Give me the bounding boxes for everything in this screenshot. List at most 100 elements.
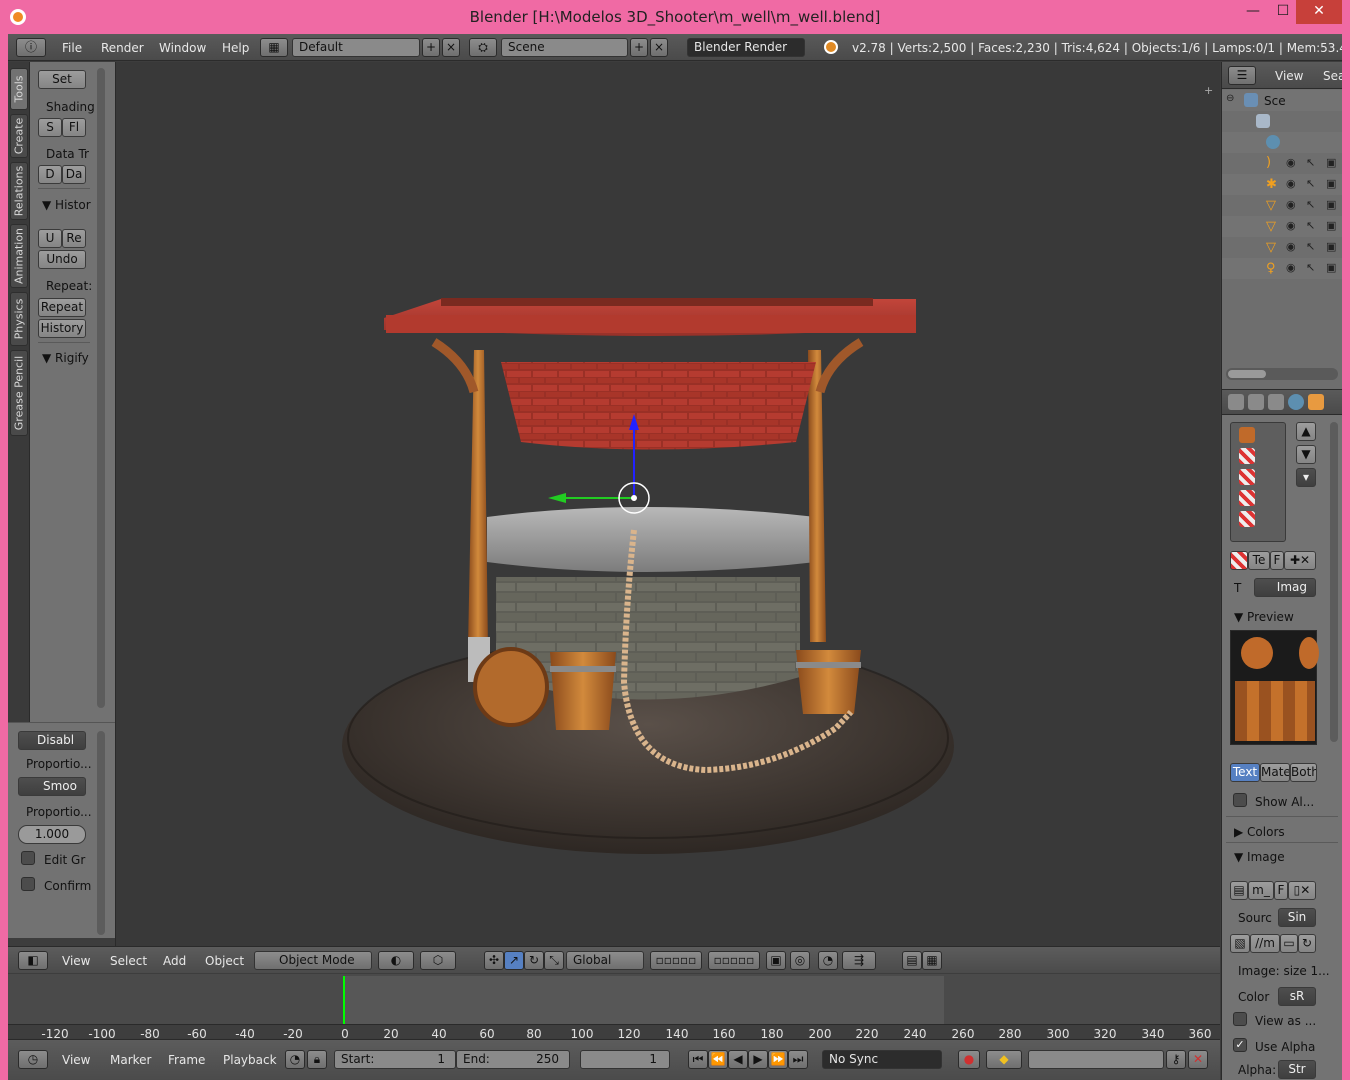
pack-icon[interactable]: ▧ (1230, 934, 1250, 953)
sync-select[interactable]: No Sync (822, 1050, 942, 1069)
scene-icon[interactable] (1268, 394, 1284, 410)
outliner-search-menu[interactable]: Sea (1323, 69, 1342, 83)
tab-both[interactable]: Both (1290, 763, 1317, 782)
outliner-row-lamp[interactable]: ♀ ◉ ↖ ▣ (1222, 258, 1342, 279)
history-panel-header[interactable]: ▼ Histor (42, 198, 91, 212)
orientation-select[interactable]: Global (566, 951, 644, 970)
timeline-view-menu[interactable]: View (62, 1053, 90, 1067)
tab-texture[interactable]: Text (1230, 763, 1260, 782)
show-alpha-checkbox[interactable] (1233, 793, 1247, 807)
outliner-row-camera[interactable]: ) ◉ ↖ ▣ (1222, 153, 1342, 174)
3d-view-editor-button[interactable]: ◧ (18, 951, 48, 970)
timeline-editor-button[interactable]: ◷ (18, 1050, 48, 1069)
layout-field[interactable]: Default (292, 38, 420, 57)
camera-icon[interactable]: ▣ (1326, 261, 1340, 275)
mode-select[interactable]: Object Mode (254, 951, 372, 970)
texture-name-field[interactable]: Te (1248, 551, 1270, 570)
operator-panel-scrollbar[interactable] (97, 731, 105, 935)
data-transfer-button[interactable]: D (38, 165, 62, 184)
set-origin-button[interactable]: Set (38, 70, 86, 89)
fake-user-button[interactable]: F (1270, 551, 1284, 570)
object-menu[interactable]: Object (205, 954, 244, 968)
eye-icon[interactable]: ◉ (1286, 156, 1300, 170)
render-engine-select[interactable]: Blender Render (687, 38, 805, 57)
move-up-button[interactable]: ▲ (1296, 422, 1316, 441)
move-down-button[interactable]: ▼ (1296, 445, 1316, 464)
current-frame-indicator[interactable] (343, 976, 345, 1024)
object-icon[interactable] (1308, 394, 1324, 410)
layout-icon[interactable]: ▦ (260, 38, 288, 57)
menu-file[interactable]: File (62, 41, 82, 55)
outliner-row-mesh-2[interactable]: ▽ ◉ ↖ ▣ (1222, 216, 1342, 237)
playback-menu[interactable]: Playback (223, 1053, 277, 1067)
snap-element-select[interactable]: ⇶ (842, 951, 876, 970)
eye-icon[interactable]: ◉ (1286, 261, 1300, 275)
info-editor-button[interactable]: ⓘ (16, 38, 46, 57)
end-frame-field[interactable]: End: 250 (456, 1050, 570, 1069)
cursor-icon[interactable]: ↖ (1306, 261, 1320, 275)
layer-buttons-1[interactable]: ▫▫▫▫▫ (650, 951, 702, 970)
tab-physics[interactable]: Physics (10, 292, 28, 346)
translate-manipulator[interactable]: ↗ (504, 951, 524, 970)
start-frame-field[interactable]: Start: 1 (334, 1050, 456, 1069)
world-icon[interactable] (1288, 394, 1304, 410)
tab-material[interactable]: Mate (1260, 763, 1290, 782)
proportional-edit-select[interactable]: Disabl (18, 731, 86, 750)
image-source-select[interactable]: Sin (1278, 908, 1316, 927)
proportional-edit-icon[interactable]: ◎ (790, 951, 810, 970)
eye-icon[interactable]: ◉ (1286, 219, 1300, 233)
add-icon[interactable]: + (422, 38, 440, 57)
add-menu[interactable]: Add (163, 954, 186, 968)
cursor-icon[interactable]: ↖ (1306, 198, 1320, 212)
falloff-select[interactable]: Smoo (18, 777, 86, 796)
confirm-checkbox[interactable] (21, 877, 35, 891)
colors-panel-header[interactable]: ▶ Colors (1234, 825, 1285, 839)
preview-range-icon[interactable]: ◔ (285, 1050, 305, 1069)
delete-keyframe-icon[interactable]: ✕ (1188, 1050, 1208, 1069)
marker-menu[interactable]: Marker (110, 1053, 151, 1067)
viewport-add-icon[interactable]: + (1204, 84, 1216, 97)
use-alpha-checkbox[interactable]: ✓ (1233, 1038, 1247, 1052)
reload-icon[interactable]: ↻ (1298, 934, 1316, 953)
close-icon[interactable]: × (650, 38, 668, 57)
outliner-row-scene[interactable]: ⊖ Sce (1222, 90, 1342, 111)
scale-manipulator[interactable]: ⤡ (544, 951, 564, 970)
specials-button[interactable]: ▾ (1296, 468, 1316, 487)
outliner-row-render-layers[interactable] (1222, 111, 1342, 132)
texture-slot-list[interactable] (1230, 422, 1286, 542)
shade-flat-button[interactable]: Fl (62, 118, 86, 137)
render-icon[interactable] (1228, 394, 1244, 410)
tool-shelf-scrollbar[interactable] (97, 68, 105, 708)
record-icon[interactable]: ● (958, 1050, 980, 1069)
color-space-select[interactable]: sR (1278, 987, 1316, 1006)
tab-grease-pencil[interactable]: Grease Pencil (10, 350, 28, 436)
rigify-panel-header[interactable]: ▼ Rigify (42, 351, 89, 365)
eye-icon[interactable]: ◉ (1286, 240, 1300, 254)
layer-buttons-2[interactable]: ▫▫▫▫▫ (708, 951, 760, 970)
eye-icon[interactable]: ◉ (1286, 198, 1300, 212)
outliner-row-world[interactable] (1222, 132, 1342, 153)
repeat-last-button[interactable]: Repeat (38, 298, 86, 317)
lock-camera-icon[interactable]: ▣ (766, 951, 786, 970)
view-menu[interactable]: View (62, 954, 90, 968)
play-icon[interactable]: ▶ (748, 1050, 768, 1069)
folder-icon[interactable]: ▭ (1280, 934, 1298, 953)
menu-help[interactable]: Help (222, 41, 249, 55)
camera-icon[interactable]: ▣ (1326, 240, 1340, 254)
outliner-row-object-1[interactable]: ✱ ◉ ↖ ▣ (1222, 174, 1342, 195)
manipulator-toggle[interactable]: ✣ (484, 951, 504, 970)
3d-viewport[interactable]: + (115, 62, 1220, 946)
undo-history-button[interactable]: Undo (38, 250, 86, 269)
jump-start-icon[interactable]: ⏮ (688, 1050, 708, 1069)
maximize-button[interactable]: ☐ (1268, 0, 1298, 24)
lock-icon[interactable]: 🔒︎ (307, 1050, 327, 1069)
current-frame-field[interactable]: 1 (580, 1050, 670, 1069)
camera-icon[interactable]: ▣ (1326, 219, 1340, 233)
view-as-render-checkbox[interactable] (1233, 1012, 1247, 1026)
image-path-field[interactable]: //m (1250, 934, 1280, 953)
outliner-row-mesh-1[interactable]: ▽ ◉ ↖ ▣ (1222, 195, 1342, 216)
prev-keyframe-icon[interactable]: ⏪ (708, 1050, 728, 1069)
tab-animation[interactable]: Animation (10, 224, 28, 288)
edit-grease-checkbox[interactable] (21, 851, 35, 865)
close-icon[interactable]: × (442, 38, 460, 57)
